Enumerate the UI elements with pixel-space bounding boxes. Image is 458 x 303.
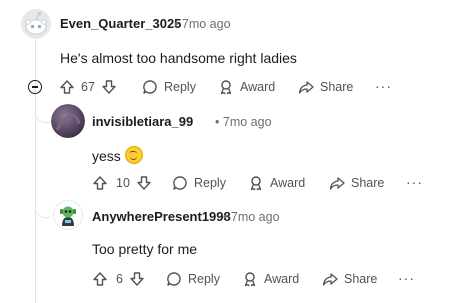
avatar[interactable] xyxy=(53,200,83,230)
avatar[interactable] xyxy=(51,104,85,138)
upvote-icon[interactable] xyxy=(59,79,75,95)
upvote-icon[interactable] xyxy=(92,175,108,191)
more-options-icon[interactable]: ··· xyxy=(375,78,392,94)
separator-dot: • xyxy=(174,17,179,31)
comment-meta: • 7mo ago xyxy=(174,17,231,31)
vote-group: 67 xyxy=(59,79,117,95)
timestamp[interactable]: 7mo ago xyxy=(223,115,272,129)
comment-text-content: yess xyxy=(92,148,121,164)
award-label: Award xyxy=(240,80,276,94)
comment-text: yess xyxy=(92,146,143,164)
vote-count: 67 xyxy=(81,80,95,94)
award-label: Award xyxy=(264,272,300,286)
speech-bubble-icon xyxy=(143,80,157,94)
downvote-icon[interactable] xyxy=(129,271,145,287)
share-arrow-icon xyxy=(298,81,314,94)
award-icon xyxy=(220,80,232,95)
comment-meta: • 7mo ago xyxy=(223,210,280,224)
share-arrow-icon xyxy=(322,273,338,286)
reply-label: Reply xyxy=(188,272,220,286)
smiling-face-emoji-icon xyxy=(124,146,143,164)
collapse-thread-icon[interactable] xyxy=(28,80,42,94)
username[interactable]: invisibletiara_99 xyxy=(92,114,193,129)
share-label: Share xyxy=(344,272,378,286)
timestamp[interactable]: 7mo ago xyxy=(231,210,280,224)
award-button[interactable]: Award xyxy=(248,175,305,191)
share-label: Share xyxy=(351,176,385,190)
downvote-icon[interactable] xyxy=(101,79,117,95)
thread-elbow xyxy=(35,112,50,123)
separator-dot: • xyxy=(223,210,228,224)
more-options-icon[interactable]: ··· xyxy=(398,270,415,286)
separator-dot: • xyxy=(215,115,220,129)
reply-button[interactable]: Reply xyxy=(166,271,220,287)
speech-bubble-icon xyxy=(167,272,181,286)
vote-group: 6 xyxy=(92,271,145,287)
reply-button[interactable]: Reply xyxy=(142,79,196,95)
share-arrow-icon xyxy=(329,177,345,190)
upvote-icon[interactable] xyxy=(92,271,108,287)
timestamp[interactable]: 7mo ago xyxy=(182,17,231,31)
comment-text: Too pretty for me xyxy=(92,241,198,257)
speech-bubble-icon xyxy=(173,176,187,190)
downvote-icon[interactable] xyxy=(136,175,152,191)
reply-label: Reply xyxy=(164,80,196,94)
username[interactable]: AnywherePresent1998 xyxy=(92,209,231,224)
share-button[interactable]: Share xyxy=(322,271,377,287)
avatar[interactable] xyxy=(21,9,51,39)
reply-button[interactable]: Reply xyxy=(172,175,226,191)
award-button[interactable]: Award xyxy=(218,79,275,95)
award-icon xyxy=(244,272,256,287)
comment-text: He's almost too handsome right ladies xyxy=(60,50,297,66)
share-button[interactable]: Share xyxy=(329,175,384,191)
vote-count: 10 xyxy=(116,176,130,190)
award-icon xyxy=(250,176,262,191)
username[interactable]: Even_Quarter_3025 xyxy=(60,16,181,31)
share-button[interactable]: Share xyxy=(298,79,353,95)
vote-count: 6 xyxy=(116,272,123,286)
award-button[interactable]: Award xyxy=(242,271,299,287)
award-label: Award xyxy=(270,176,306,190)
comment-meta: • 7mo ago xyxy=(215,115,272,129)
thread-elbow xyxy=(35,207,50,218)
share-label: Share xyxy=(320,80,354,94)
vote-group: 10 xyxy=(92,175,152,191)
reply-label: Reply xyxy=(194,176,226,190)
more-options-icon[interactable]: ··· xyxy=(406,174,423,190)
